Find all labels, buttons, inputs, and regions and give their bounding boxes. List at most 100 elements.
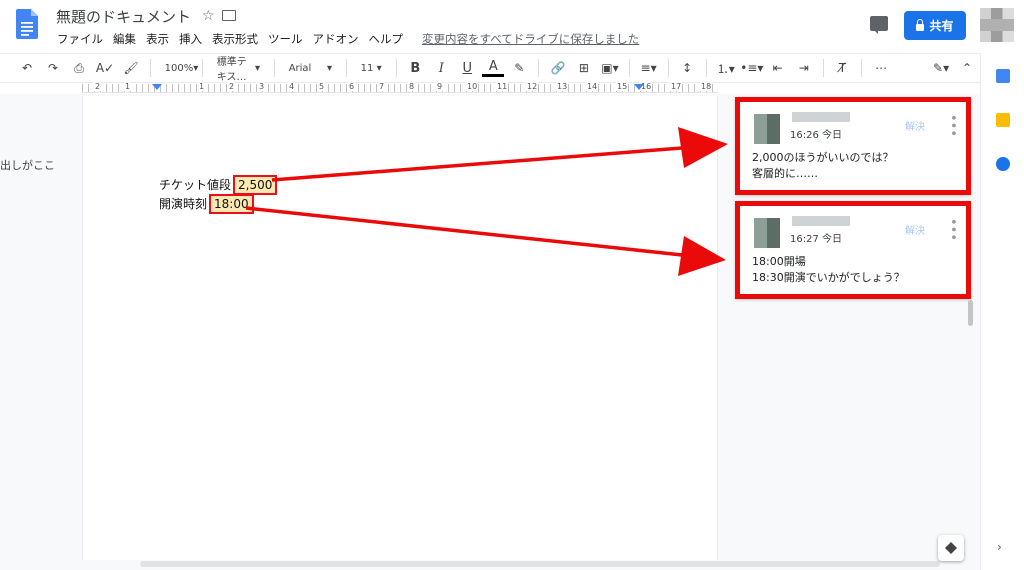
resolve-button[interactable]: 解決 (905, 118, 925, 133)
vertical-scrollbar[interactable] (968, 300, 973, 326)
ruler-label: 2 (94, 82, 102, 91)
ticket-price-value[interactable]: 2,500 (233, 175, 278, 195)
redo-icon[interactable]: ↷ (42, 57, 64, 79)
toolbar-divider (667, 59, 669, 77)
zoom-value: 100% (164, 62, 194, 74)
expand-panel-icon[interactable]: › (997, 540, 1002, 554)
commenter-avatar (754, 218, 780, 248)
bold-button[interactable]: B (404, 57, 426, 79)
font-value: Arial (288, 62, 312, 74)
font-size-value: 11 (360, 62, 374, 74)
menu-addons[interactable]: アドオン (308, 31, 364, 49)
menu-insert[interactable]: 挿入 (174, 31, 207, 49)
lock-icon (916, 18, 925, 31)
text-color-button[interactable]: A (482, 59, 505, 77)
font-select[interactable]: Arial ▾ (283, 57, 338, 79)
explore-icon (945, 542, 957, 554)
star-icon[interactable]: ☆ (202, 8, 215, 24)
ruler-label: 12 (526, 82, 539, 91)
line-spacing-icon[interactable]: ↕ (676, 57, 698, 79)
comment-text: 2,000のほうがいいのでは？ 客層的に…… (752, 150, 894, 182)
spellcheck-icon[interactable]: A✓ (94, 57, 116, 79)
ruler-label: 6 (348, 82, 356, 91)
clear-formatting-icon[interactable]: T̸ (831, 57, 853, 79)
paragraph-style-value: 標準テキス… (216, 57, 247, 83)
google-docs-icon[interactable] (16, 9, 38, 39)
more-icon[interactable]: ⋯ (870, 57, 892, 79)
underline-button[interactable]: U (456, 57, 478, 79)
save-status-link[interactable]: 変更内容をすべてドライブに保存しました (422, 31, 639, 47)
share-button[interactable]: 共有 (904, 11, 966, 40)
ruler-label: 13 (556, 82, 569, 91)
doc-line-start-time[interactable]: 開演時刻 18:00 (159, 194, 254, 214)
ruler-label: 3 (258, 82, 266, 91)
comment-card[interactable]: 16:26 今日 解決 ••• 2,000のほうがいいのでは？ 客層的に…… (735, 97, 971, 195)
more-options-icon[interactable]: ••• (945, 218, 960, 241)
account-avatar[interactable] (980, 8, 1014, 42)
paint-format-icon[interactable]: 🖌 (120, 57, 142, 79)
ruler-label: 1 (124, 82, 132, 91)
ticket-price-label: チケット値段 (159, 178, 232, 192)
menu-tools[interactable]: ツール (263, 31, 308, 49)
italic-button[interactable]: I (430, 57, 452, 79)
ruler-label: 5 (318, 82, 326, 91)
comment-line: 客層的に…… (752, 167, 818, 180)
ruler-label: 4 (288, 82, 296, 91)
increase-indent-icon[interactable]: ⇥ (793, 57, 815, 79)
menu-help[interactable]: ヘルプ (364, 31, 409, 49)
font-size-select[interactable]: 11 ▾ (355, 57, 388, 79)
toolbar-divider (202, 59, 203, 77)
ruler-label: 18 (700, 82, 713, 91)
print-icon[interactable]: ⎙ (68, 57, 90, 79)
menu-view[interactable]: 表示 (141, 31, 174, 49)
editing-mode-icon[interactable]: ✎▾ (930, 57, 952, 79)
zoom-select[interactable]: 100% ▾ (159, 57, 199, 79)
commenter-name-redacted (792, 112, 850, 122)
resolve-button[interactable]: 解決 (905, 222, 925, 237)
toolbar-divider (706, 59, 707, 77)
left-indent-marker[interactable] (152, 84, 162, 90)
ruler-label: 17 (670, 82, 683, 91)
align-icon[interactable]: ≡▾ (638, 57, 660, 79)
calendar-icon[interactable] (996, 69, 1010, 83)
right-indent-marker[interactable] (634, 84, 644, 90)
menu-edit[interactable]: 編集 (108, 31, 141, 49)
toolbar-divider (395, 59, 397, 77)
document-page[interactable]: チケット値段 2,500 開演時刻 18:00 (82, 96, 718, 560)
paragraph-style-select[interactable]: 標準テキス… ▾ (211, 57, 266, 83)
start-time-value[interactable]: 18:00 (209, 194, 254, 214)
explore-button[interactable] (938, 535, 964, 561)
link-icon[interactable]: 🔗 (547, 57, 569, 79)
bulleted-list-icon[interactable]: •≡▾ (740, 57, 763, 79)
insert-image-icon[interactable]: ▣▾ (599, 57, 621, 79)
comment-history-icon[interactable] (870, 16, 888, 34)
add-comment-icon[interactable]: ⊞ (573, 57, 595, 79)
numbered-list-icon[interactable]: ⒈▾ (715, 57, 737, 79)
comment-card[interactable]: 16:27 今日 解決 ••• 18:00開場 18:30開演でいかがでしょう？ (735, 201, 971, 299)
toolbar-divider (538, 59, 539, 77)
keep-icon[interactable] (996, 113, 1010, 127)
move-folder-icon[interactable] (222, 10, 236, 21)
decrease-indent-icon[interactable]: ⇤ (767, 57, 789, 79)
toolbar-divider (822, 59, 824, 77)
more-options-icon[interactable]: ••• (945, 114, 960, 137)
highlight-icon[interactable]: ✎ (508, 57, 530, 79)
undo-icon[interactable]: ↶ (16, 57, 38, 79)
comment-line: 18:00開場 (752, 255, 806, 268)
commenter-avatar (754, 114, 780, 144)
document-title[interactable]: 無題のドキュメント (56, 6, 191, 27)
ruler-label: 11 (496, 82, 509, 91)
tasks-icon[interactable] (996, 157, 1010, 171)
comment-time: 16:27 今日 (790, 234, 842, 245)
horizontal-scrollbar[interactable] (140, 561, 940, 567)
collapse-menu-icon[interactable]: ⌃ (956, 57, 978, 79)
ruler-label: 9 (436, 82, 444, 91)
outline-placeholder-text: 出しがここ (0, 159, 55, 172)
ruler-label: 10 (466, 82, 479, 91)
toolbar-divider (274, 59, 275, 77)
menu-format[interactable]: 表示形式 (207, 31, 263, 49)
menu-file[interactable]: ファイル (52, 31, 108, 49)
doc-line-ticket-price[interactable]: チケット値段 2,500 (159, 175, 278, 195)
side-panel: › (980, 53, 1024, 570)
toolbar-divider (346, 59, 347, 77)
